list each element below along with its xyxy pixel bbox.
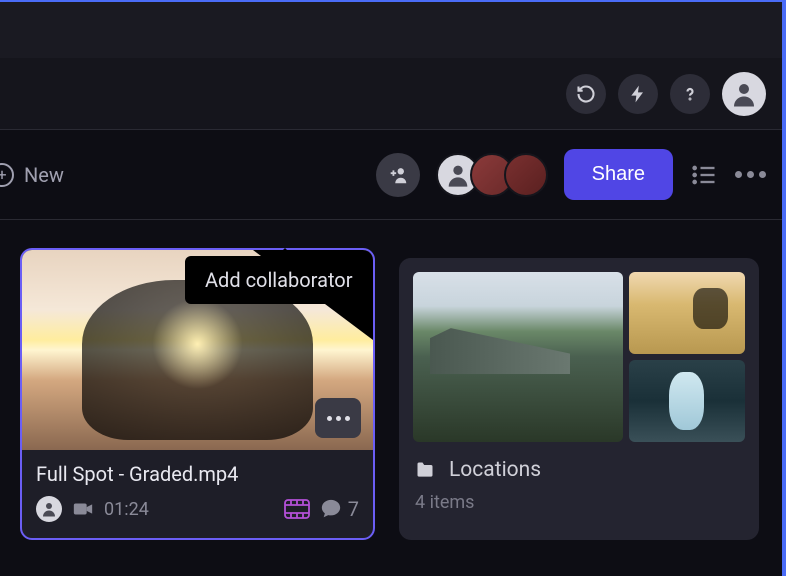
lightning-button[interactable] [618,74,658,114]
more-options-button[interactable] [735,171,766,178]
folder-title: Locations [449,458,541,482]
list-view-button[interactable] [689,160,719,190]
add-collaborator-button[interactable] [376,153,420,197]
collaborator-avatar[interactable] [504,153,548,197]
comment-number: 7 [348,497,359,521]
person-icon [729,79,759,109]
person-icon [40,500,58,518]
person-icon [444,161,472,189]
comment-icon [320,498,342,520]
folder-tab [399,258,559,266]
user-avatar[interactable] [722,72,766,116]
video-camera-icon [72,498,94,520]
card-more-button[interactable] [315,398,361,438]
folder-icon [415,460,435,480]
header-bar [0,58,786,130]
new-button-label: New [24,163,64,187]
folder-thumbnail [629,360,745,442]
folder-preview-grid [413,272,745,442]
uploader-avatar [36,496,62,522]
add-collaborator-tooltip: Add collaborator [185,256,372,304]
new-button[interactable]: + New [20,163,64,187]
folder-info: Locations [413,454,745,486]
refresh-button[interactable] [566,74,606,114]
video-title: Full Spot - Graded.mp4 [36,462,359,486]
card-info: Full Spot - Graded.mp4 01:24 [22,450,373,538]
help-button[interactable] [670,74,710,114]
comment-count: 7 [320,497,359,521]
collaborator-stack [436,153,548,197]
folder-thumbnail [413,272,623,442]
top-bar [0,0,786,58]
plus-circle-icon: + [0,163,14,187]
list-icon [690,161,718,189]
question-icon [680,84,700,104]
video-meta: 01:24 [36,496,359,522]
clip-badge [284,499,310,519]
share-button[interactable]: Share [564,149,673,200]
folder-card[interactable]: Locations 4 items [399,258,759,540]
toolbar: + New Share [0,130,786,220]
add-person-icon [387,164,409,186]
right-border [782,0,786,576]
folder-thumbnail [629,272,745,354]
refresh-icon [576,84,596,104]
content-grid: Full Spot - Graded.mp4 01:24 [0,220,786,568]
folder-item-count: 4 items [413,486,745,519]
lightning-icon [628,84,648,104]
video-duration: 01:24 [104,499,149,520]
filmstrip-icon [284,499,310,519]
